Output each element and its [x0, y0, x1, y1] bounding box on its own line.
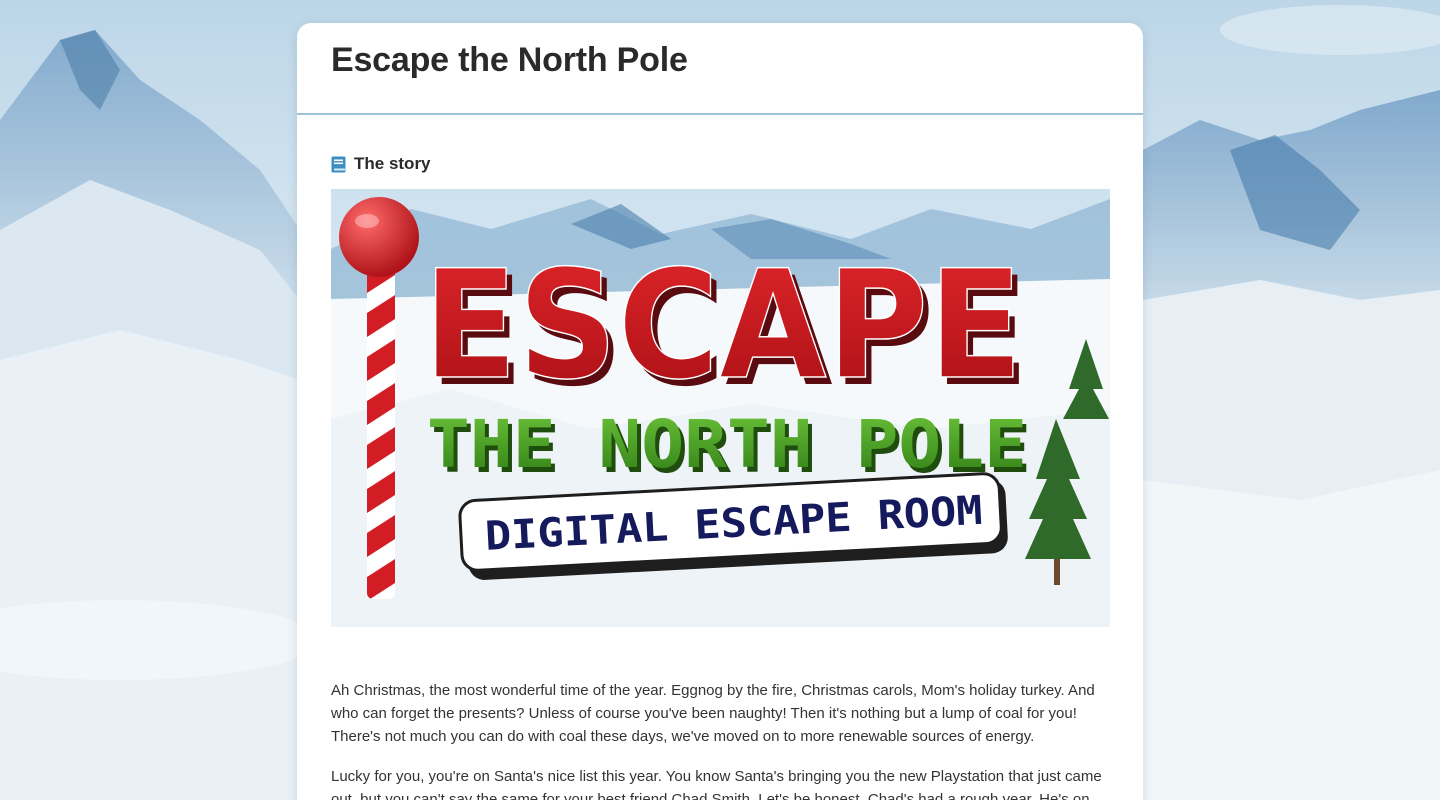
card-header: Escape the North Pole: [297, 23, 1143, 115]
story-text: Ah Christmas, the most wonderful time of…: [331, 679, 1111, 800]
book-icon: [331, 156, 346, 173]
banner-title-north-pole: THE NORTH POLE: [427, 406, 1027, 483]
card-body: The story ESCAPE ESCAPE THE NORTH POLE T…: [297, 115, 1143, 800]
story-paragraph: Ah Christmas, the most wonderful time of…: [331, 682, 1095, 745]
story-paragraph: Lucky for you, you're on Santa's nice li…: [331, 768, 1102, 800]
section-label: The story: [354, 154, 431, 173]
banner-title-escape: ESCAPE: [423, 239, 1023, 413]
escape-room-banner-image: ESCAPE ESCAPE THE NORTH POLE THE NORTH P…: [331, 189, 1110, 627]
page-title: Escape the North Pole: [331, 41, 688, 79]
section-heading: The story: [331, 153, 1109, 175]
content-card: Escape the North Pole The story ESCAPE E…: [297, 23, 1143, 800]
